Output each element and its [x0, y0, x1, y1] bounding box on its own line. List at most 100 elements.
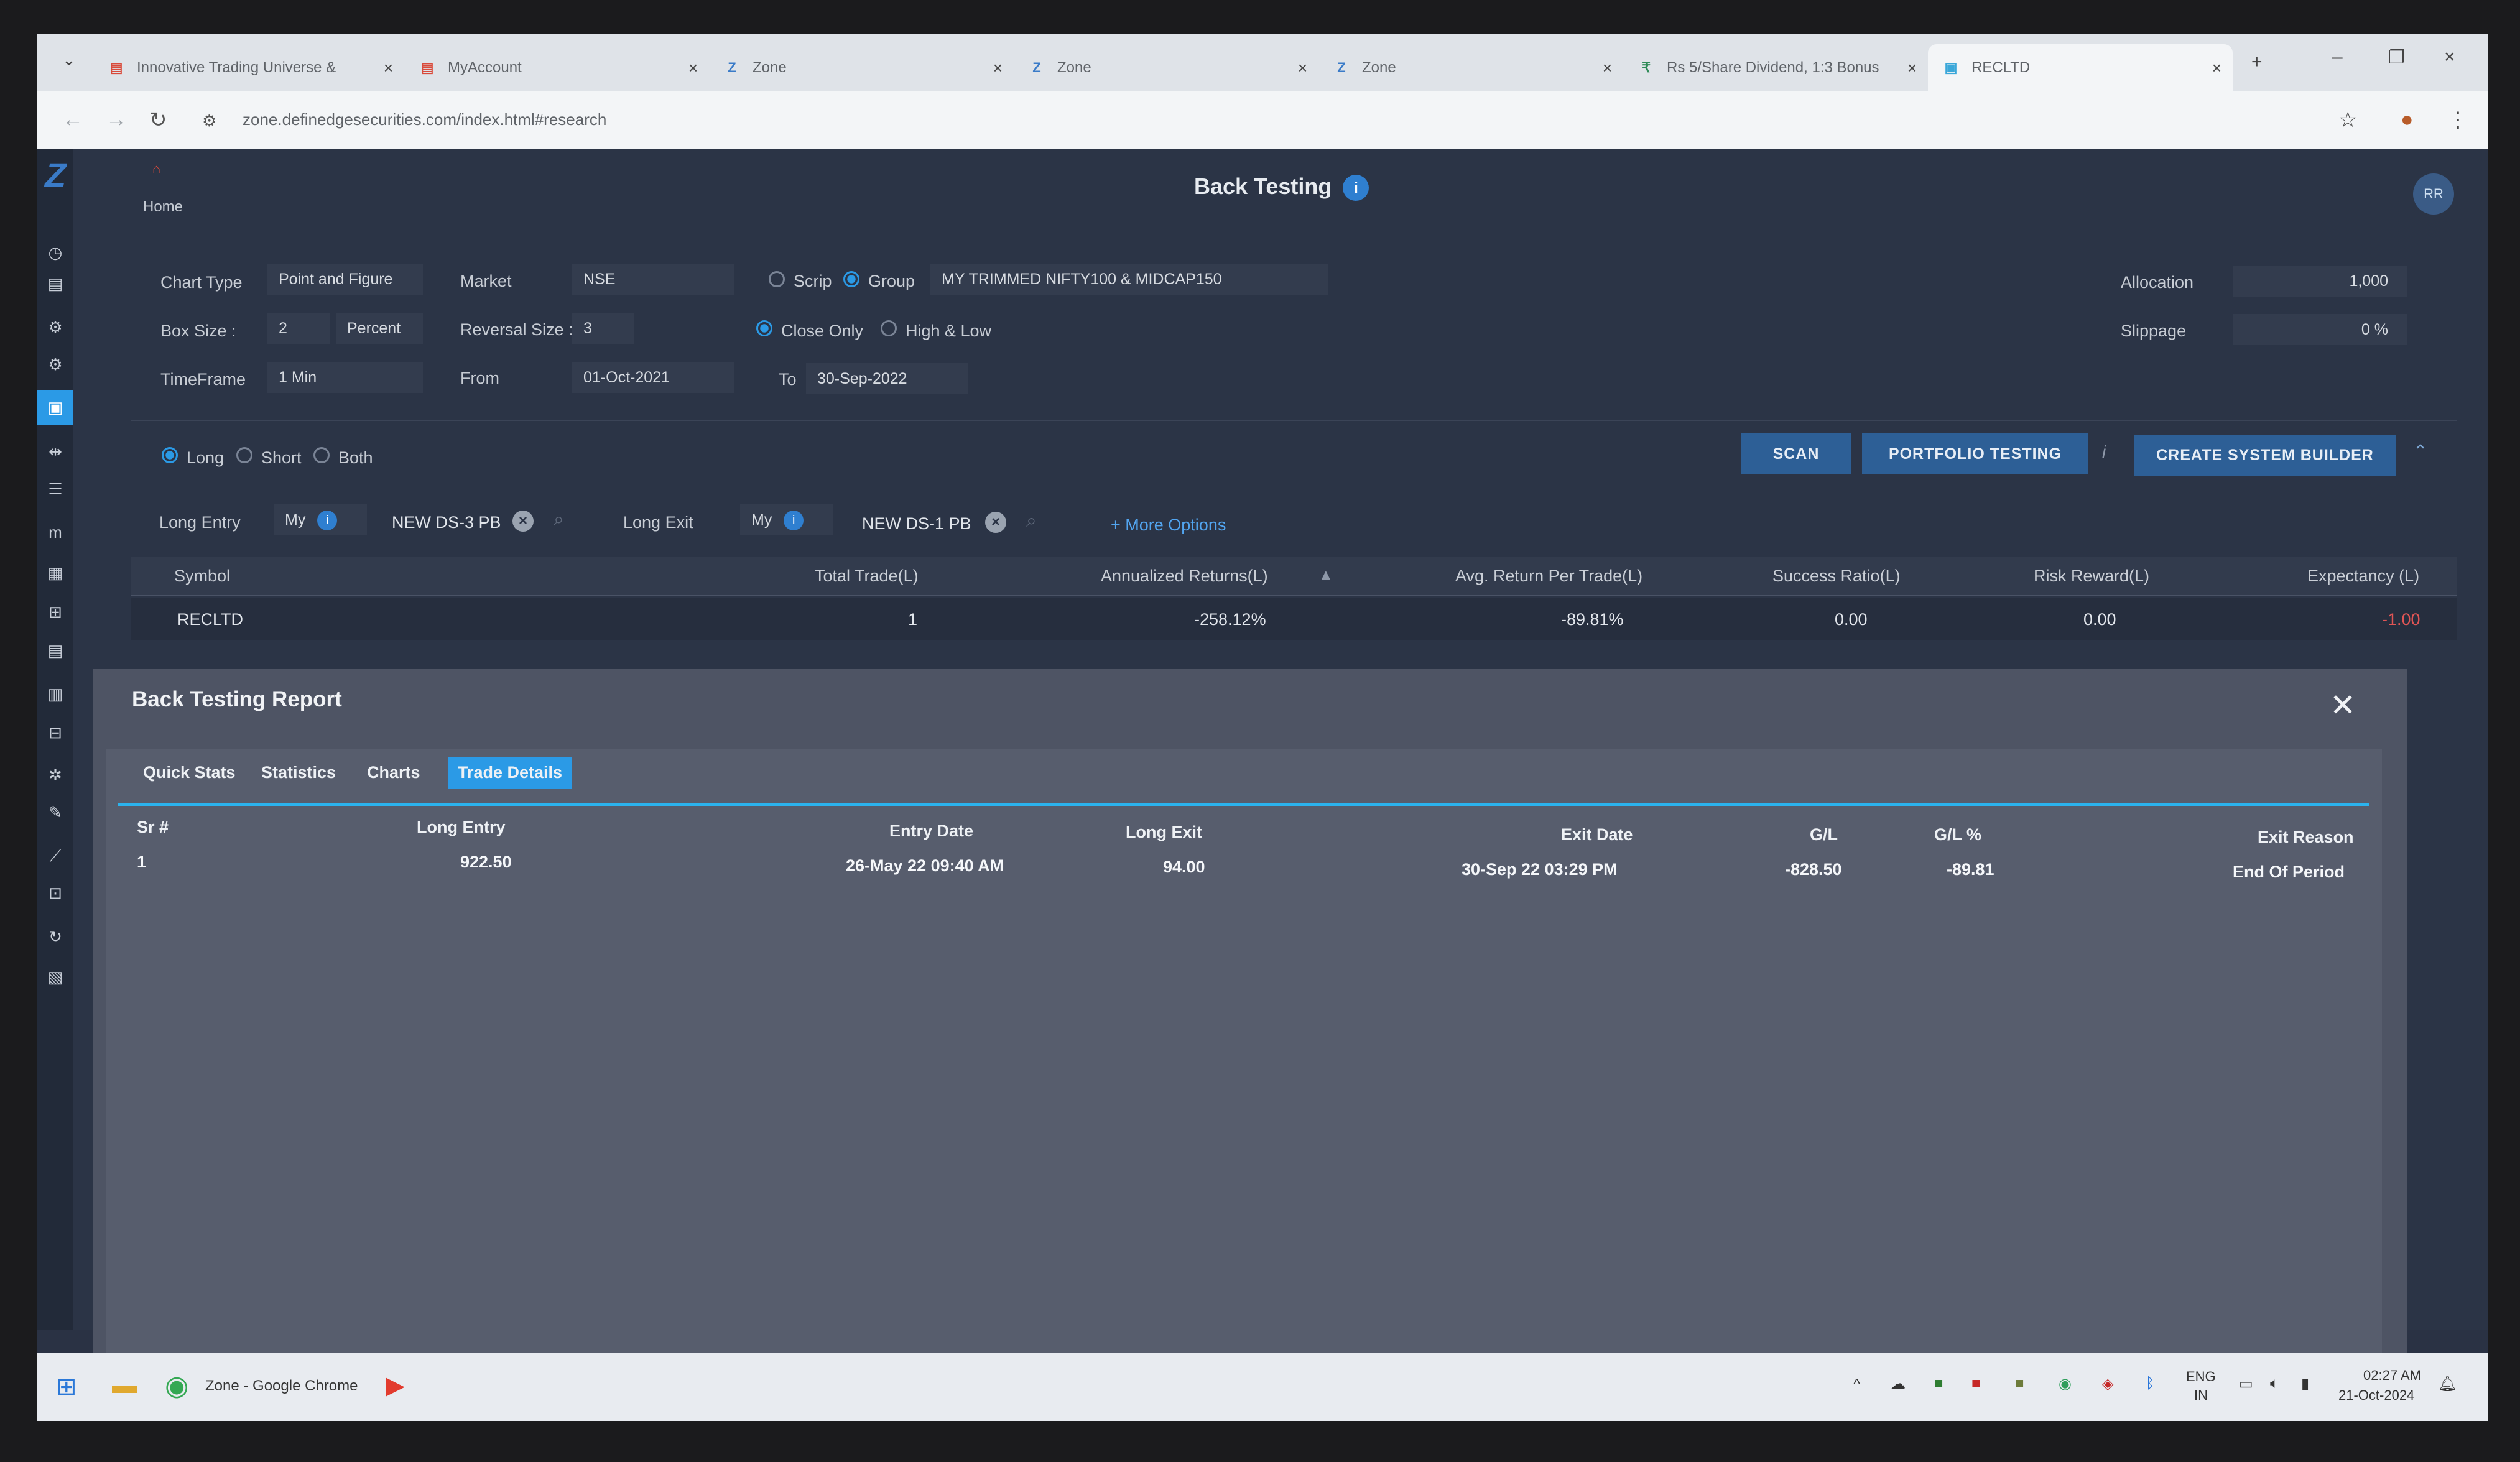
- clear-exit-icon[interactable]: ×: [985, 512, 1006, 533]
- dashboard-icon[interactable]: ◷: [45, 242, 66, 263]
- settings-icon[interactable]: ⚙: [45, 317, 66, 338]
- reload-icon[interactable]: ↻: [149, 108, 167, 132]
- chrome-icon[interactable]: ◉: [165, 1370, 188, 1402]
- info-icon[interactable]: i: [1343, 175, 1369, 201]
- language-indicator[interactable]: ENG: [2186, 1369, 2216, 1385]
- from-date-input[interactable]: 01-Oct-2021: [572, 362, 734, 393]
- tab-close-icon[interactable]: ×: [1603, 58, 1612, 78]
- site-info-icon[interactable]: ⚙: [202, 111, 216, 131]
- browser-tab-5[interactable]: Z Zone ×: [1318, 44, 1623, 91]
- sort-asc-icon[interactable]: ▲: [1318, 567, 1333, 584]
- col-total-trade[interactable]: Total Trade(L): [815, 567, 919, 586]
- mcafee-icon[interactable]: ◈: [2102, 1375, 2113, 1393]
- long-exit-source-select[interactable]: My i: [740, 504, 833, 535]
- table-row[interactable]: RECLTD 1 -258.12% -89.81% 0.00 0.00 -1.0…: [131, 598, 2457, 640]
- create-system-builder-button[interactable]: CREATE SYSTEM BUILDER: [2134, 435, 2396, 476]
- clock-date[interactable]: 21-Oct-2024: [2338, 1387, 2414, 1404]
- file-explorer-icon[interactable]: ▬: [112, 1371, 137, 1399]
- bookmark-star-icon[interactable]: ☆: [2338, 108, 2357, 132]
- chart-box-icon[interactable]: ⊡: [45, 882, 66, 904]
- chart-type-select[interactable]: Point and Figure: [267, 264, 423, 295]
- tab-charts[interactable]: Charts: [367, 763, 420, 782]
- profile-icon[interactable]: ●: [2401, 108, 2414, 132]
- taskbar-app-label[interactable]: Zone - Google Chrome: [205, 1377, 358, 1395]
- portfolio-testing-button[interactable]: PORTFOLIO TESTING: [1862, 433, 2088, 474]
- window-close-icon[interactable]: ×: [2444, 47, 2455, 68]
- short-radio[interactable]: [236, 447, 252, 463]
- tab-close-icon[interactable]: ×: [384, 58, 393, 78]
- calendar-icon[interactable]: ▦: [45, 562, 66, 583]
- allocation-input[interactable]: 1,000: [2233, 266, 2407, 297]
- tray-app-2-icon[interactable]: ■: [2015, 1375, 2024, 1392]
- browser-tab-7[interactable]: ▣ RECLTD ×: [1928, 44, 2233, 91]
- youtube-icon[interactable]: ▶: [386, 1371, 405, 1400]
- long-entry-source-select[interactable]: My i: [274, 504, 367, 535]
- timeframe-select[interactable]: 1 Min: [267, 362, 423, 393]
- card-icon[interactable]: ▤: [45, 273, 66, 294]
- my-info-icon[interactable]: i: [317, 511, 338, 531]
- browser-tab-6[interactable]: ₹ Rs 5/Share Dividend, 1:3 Bonus ×: [1623, 44, 1928, 91]
- minimize-icon[interactable]: –: [2332, 47, 2343, 68]
- url-input[interactable]: zone.definedgesecurities.com/index.html#…: [243, 110, 606, 129]
- tab-close-icon[interactable]: ×: [688, 58, 698, 78]
- browser-tab-1[interactable]: ▤ Innovative Trading Universe & ×: [93, 44, 404, 91]
- tools-icon[interactable]: ✲: [45, 764, 66, 785]
- browser-menu-icon[interactable]: ⋮: [2447, 108, 2468, 132]
- signal-icon[interactable]: ⟋: [45, 845, 66, 866]
- refresh-icon[interactable]: ↻: [45, 926, 66, 947]
- col-avg-return[interactable]: Avg. Return Per Trade(L): [1455, 567, 1642, 586]
- my-info-icon[interactable]: i: [784, 511, 804, 531]
- box-size-input[interactable]: 2: [267, 313, 330, 344]
- col-symbol[interactable]: Symbol: [174, 567, 230, 586]
- forward-icon[interactable]: →: [106, 108, 127, 132]
- browser-tab-3[interactable]: Z Zone ×: [709, 44, 1014, 91]
- browser-tab-2[interactable]: ▤ MyAccount ×: [404, 44, 709, 91]
- tray-app-icon[interactable]: ■: [1934, 1375, 1943, 1392]
- clock-time[interactable]: 02:27 AM: [2363, 1367, 2421, 1384]
- bluetooth-icon[interactable]: ᛒ: [2146, 1375, 2154, 1392]
- tab-close-icon[interactable]: ×: [993, 58, 1003, 78]
- col-expectancy[interactable]: Expectancy (L): [2307, 567, 2419, 586]
- tab-close-icon[interactable]: ×: [1907, 58, 1917, 78]
- col-success-ratio[interactable]: Success Ratio(L): [1772, 567, 1901, 586]
- list-icon[interactable]: ☰: [45, 478, 66, 499]
- tray-overflow-icon[interactable]: ^: [1853, 1376, 1860, 1394]
- scan-button[interactable]: SCAN: [1741, 433, 1851, 474]
- tab-close-icon[interactable]: ×: [1298, 58, 1307, 78]
- back-icon[interactable]: ←: [62, 108, 83, 132]
- avatar[interactable]: RR: [2413, 173, 2454, 215]
- range-icon[interactable]: ⇹: [45, 441, 66, 462]
- both-radio[interactable]: [313, 447, 330, 463]
- long-exit-strategy[interactable]: NEW DS-1 PB: [862, 514, 971, 534]
- box-unit-select[interactable]: Percent: [336, 313, 423, 344]
- long-entry-strategy[interactable]: NEW DS-3 PB: [392, 513, 501, 532]
- new-tab-icon[interactable]: +: [2251, 52, 2263, 73]
- cloud-icon[interactable]: ☁: [1891, 1375, 1906, 1393]
- scrip-radio[interactable]: [769, 271, 785, 287]
- battery-icon[interactable]: ▮: [2301, 1375, 2309, 1393]
- restore-icon[interactable]: ❐: [2388, 47, 2405, 68]
- col-annualized-returns[interactable]: Annualized Returns(L): [1101, 567, 1268, 586]
- notification-bell-icon[interactable]: 🔔︎: [2438, 1375, 2457, 1393]
- scanner-icon[interactable]: ⊞: [45, 601, 66, 622]
- portfolio-info-icon[interactable]: i: [2102, 442, 2106, 462]
- report-icon[interactable]: ▤: [45, 640, 66, 661]
- modal-close-icon[interactable]: ✕: [2330, 687, 2356, 723]
- tab-trade-details[interactable]: Trade Details: [448, 757, 573, 789]
- clipboard-icon[interactable]: ▧: [45, 966, 66, 988]
- clear-entry-icon[interactable]: ×: [512, 511, 534, 532]
- long-radio[interactable]: [162, 447, 178, 463]
- backtest-icon[interactable]: ▣: [37, 390, 73, 425]
- calendar-2-icon[interactable]: ▥: [45, 683, 66, 705]
- grid-icon[interactable]: ⊟: [45, 722, 66, 743]
- collapse-chevron-icon[interactable]: ⌃: [2413, 441, 2427, 461]
- browser-tab-4[interactable]: Z Zone ×: [1014, 44, 1318, 91]
- network-icon[interactable]: ▭: [2239, 1375, 2253, 1393]
- group-radio[interactable]: [843, 271, 859, 287]
- tray-app-3-icon[interactable]: ◉: [2059, 1375, 2072, 1393]
- close-only-radio[interactable]: [756, 320, 772, 336]
- volume-icon[interactable]: 🔈︎: [2270, 1375, 2279, 1392]
- tab-quick-stats[interactable]: Quick Stats: [143, 763, 236, 782]
- home-link[interactable]: Home: [143, 198, 183, 216]
- reversal-size-input[interactable]: 3: [572, 313, 634, 344]
